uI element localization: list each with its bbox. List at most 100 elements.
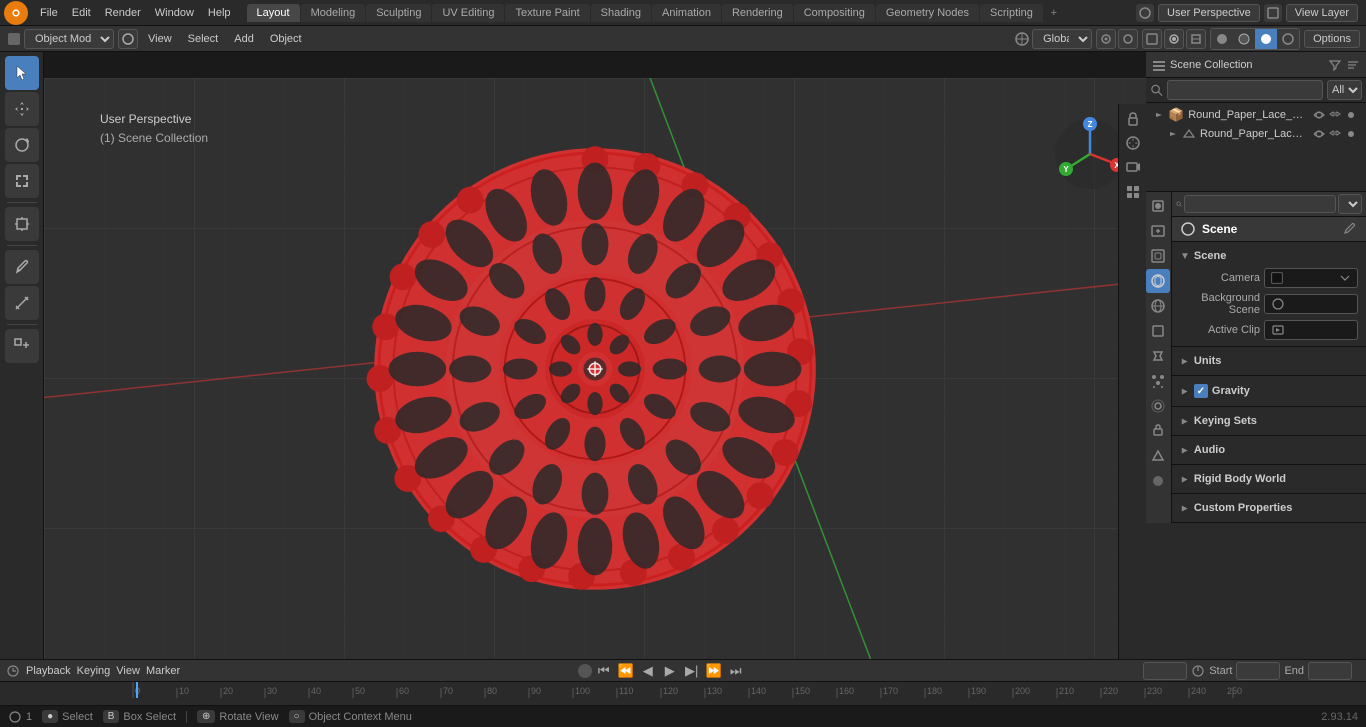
mmb-key[interactable]: ⊕	[197, 710, 215, 723]
visibility-toggle-0[interactable]	[1312, 108, 1326, 122]
camera-view[interactable]	[1122, 156, 1144, 178]
menu-edit[interactable]: Edit	[66, 5, 97, 21]
menu-window[interactable]: Window	[149, 5, 200, 21]
select-toggle-1[interactable]	[1328, 127, 1342, 141]
world-props-tab[interactable]	[1146, 294, 1170, 318]
rotate-tool[interactable]	[5, 128, 39, 162]
object-type-filter[interactable]	[1122, 180, 1144, 202]
cursor-tool[interactable]	[5, 56, 39, 90]
keying-menu[interactable]: Keying	[77, 665, 111, 677]
select-toggle-0[interactable]	[1328, 108, 1342, 122]
xray-btn[interactable]	[1186, 29, 1206, 49]
jump-start-btn[interactable]: ⏮	[594, 661, 614, 681]
gravity-checkbox[interactable]: ✓	[1194, 384, 1208, 398]
ws-tab-compositing[interactable]: Compositing	[794, 4, 875, 22]
background-scene-value[interactable]	[1264, 294, 1358, 314]
props-search-filter[interactable]: ▼	[1338, 194, 1362, 214]
audio-header[interactable]: ▼ Audio	[1180, 440, 1358, 460]
scene-selector[interactable]: User Perspective	[1158, 4, 1260, 22]
viewport-area[interactable]: User Perspective (1) Scene Collection Z …	[44, 52, 1146, 659]
render-toggle-1[interactable]	[1344, 127, 1358, 141]
props-search-input[interactable]	[1184, 195, 1336, 213]
ws-tab-scripting[interactable]: Scripting	[980, 4, 1043, 22]
menu-render[interactable]: Render	[99, 5, 147, 21]
viewport-navigate[interactable]	[1122, 132, 1144, 154]
3d-viewport[interactable]: User Perspective (1) Scene Collection Z …	[44, 78, 1146, 659]
ws-tab-sculpting[interactable]: Sculpting	[366, 4, 431, 22]
ws-tab-rendering[interactable]: Rendering	[722, 4, 793, 22]
view-layer-props-tab[interactable]	[1146, 244, 1170, 268]
viewport-shading-btn[interactable]	[118, 29, 138, 49]
solid-shading-btn[interactable]	[1211, 29, 1233, 49]
current-frame-input[interactable]: 1	[1143, 662, 1187, 680]
physics-tab[interactable]	[1146, 394, 1170, 418]
record-btn[interactable]	[578, 664, 592, 678]
mode-selector[interactable]: Object Mode Edit Mode Sculpt Mode	[24, 29, 114, 49]
start-frame-input[interactable]: 1	[1236, 662, 1280, 680]
outliner-item-1[interactable]: Round_Paper_Lace_Doili	[1150, 125, 1362, 143]
proportional-edit-btn[interactable]	[1118, 29, 1138, 49]
next-keyframe-btn[interactable]: ⏩	[704, 661, 724, 681]
outliner-filter-select[interactable]: All	[1327, 80, 1362, 100]
wireframe-shading-btn[interactable]	[1277, 29, 1299, 49]
modifiers-tab[interactable]	[1146, 344, 1170, 368]
object-menu[interactable]: Object	[264, 31, 308, 47]
object-props-tab[interactable]	[1146, 319, 1170, 343]
scale-tool[interactable]	[5, 164, 39, 198]
data-tab[interactable]	[1146, 444, 1170, 468]
ws-tab-shading[interactable]: Shading	[591, 4, 651, 22]
view-menu[interactable]: View	[142, 31, 178, 47]
ws-tab-animation[interactable]: Animation	[652, 4, 721, 22]
ws-tab-texture[interactable]: Texture Paint	[505, 4, 589, 22]
annotate-tool[interactable]	[5, 250, 39, 284]
b-key[interactable]: B	[103, 710, 120, 723]
add-menu[interactable]: Add	[228, 31, 260, 47]
visibility-toggle-1[interactable]	[1312, 127, 1326, 141]
ws-tab-modeling[interactable]: Modeling	[301, 4, 366, 22]
prev-keyframe-btn[interactable]: ⏪	[616, 661, 636, 681]
snap-btn[interactable]	[1096, 29, 1116, 49]
lmb-key[interactable]: ●	[42, 710, 58, 723]
particles-tab[interactable]	[1146, 369, 1170, 393]
end-frame-input[interactable]: 250	[1308, 662, 1352, 680]
constraints-tab[interactable]	[1146, 419, 1170, 443]
custom-props-header[interactable]: ▼ Custom Properties	[1180, 498, 1358, 518]
scene-props-tab[interactable]	[1146, 269, 1170, 293]
menu-help[interactable]: Help	[202, 5, 237, 21]
measure-tool[interactable]	[5, 286, 39, 320]
view-menu[interactable]: View	[116, 665, 140, 677]
units-header[interactable]: ▼ Units	[1180, 351, 1358, 371]
output-props-tab[interactable]	[1146, 219, 1170, 243]
render-toggle-0[interactable]	[1344, 108, 1358, 122]
options-btn[interactable]: Options	[1304, 30, 1360, 48]
render-props-tab[interactable]	[1146, 194, 1170, 218]
material-shading-btn[interactable]	[1233, 29, 1255, 49]
show-gizmo-btn[interactable]	[1142, 29, 1162, 49]
outliner-item-0[interactable]: 📦 Round_Paper_Lace_Doilie_Re	[1150, 105, 1362, 125]
outliner-sort-icon[interactable]	[1346, 58, 1360, 72]
transform-tool[interactable]	[5, 207, 39, 241]
props-edit-icon[interactable]	[1342, 221, 1358, 237]
view-layer-selector[interactable]: View Layer	[1286, 4, 1358, 22]
keying-sets-header[interactable]: ▼ Keying Sets	[1180, 411, 1358, 431]
gravity-header[interactable]: ▼ ✓ Gravity	[1180, 380, 1358, 402]
active-clip-value[interactable]	[1264, 320, 1358, 340]
marker-menu[interactable]: Marker	[146, 665, 180, 677]
play-btn[interactable]: ▶	[660, 661, 680, 681]
rmb-key[interactable]: ○	[289, 710, 305, 723]
select-menu[interactable]: Select	[182, 31, 225, 47]
show-overlays-btn[interactable]	[1164, 29, 1184, 49]
rendered-shading-btn[interactable]	[1255, 29, 1277, 49]
outliner-filter-icon[interactable]	[1328, 58, 1342, 72]
rigid-body-header[interactable]: ▼ Rigid Body World	[1180, 469, 1358, 489]
playback-menu[interactable]: Playback	[26, 665, 71, 677]
scene-section-header[interactable]: ▼ Scene	[1180, 246, 1358, 266]
ws-tab-uv[interactable]: UV Editing	[432, 4, 504, 22]
outliner-search-input[interactable]	[1167, 80, 1323, 100]
add-object-tool[interactable]	[5, 329, 39, 363]
timeline-ruler[interactable]: 0 10 20 30 40 50 60 70 80 90 100 110 120	[0, 682, 1366, 698]
camera-value[interactable]	[1264, 268, 1358, 288]
prev-frame-btn[interactable]: ◀	[638, 661, 658, 681]
transform-orientation-selector[interactable]: Global Local	[1032, 29, 1092, 49]
ws-tab-geometry[interactable]: Geometry Nodes	[876, 4, 979, 22]
